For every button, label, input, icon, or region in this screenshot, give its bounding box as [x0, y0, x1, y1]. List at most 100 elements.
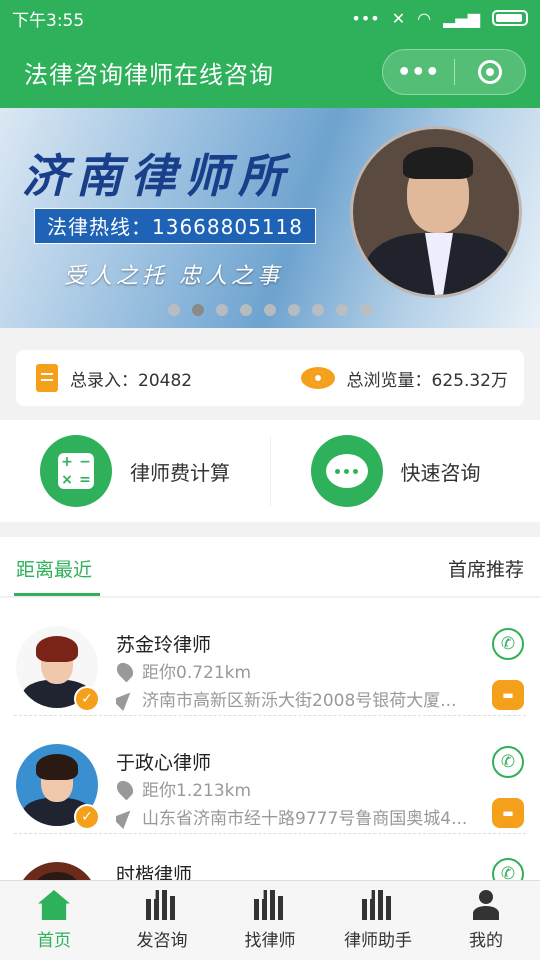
quick-consult-label: 快速咨询 — [400, 460, 481, 485]
nav-bar: 法律咨询律师在线咨询 ••• — [0, 36, 540, 108]
status-bar: 下午3:55 ••• ✕ ◠ ▂▄▆ — [0, 0, 540, 36]
mini-program-capsule: ••• — [382, 49, 526, 95]
message-button[interactable]: ▬ — [492, 798, 524, 828]
eye-icon — [300, 367, 335, 389]
lawyer-name: 时楷律师 — [116, 864, 193, 880]
battery-icon — [492, 10, 528, 26]
more-icon: ••• — [397, 59, 440, 85]
chat-bubble-icon — [310, 435, 383, 507]
phone-icon: ✆ — [500, 634, 516, 654]
tab-home-label: 首页 — [37, 931, 71, 951]
plus-sign: + — [61, 454, 73, 470]
home-icon — [38, 890, 70, 920]
wifi-icon: ◠ — [417, 8, 432, 28]
avatar-hair — [36, 754, 78, 780]
lawyer-address: 济南市高新区新泺大街2008号银荷大厦... — [116, 686, 476, 711]
avatar-hair — [36, 636, 78, 662]
chat-dot — [344, 468, 349, 474]
tab-featured[interactable]: 首席推荐 — [448, 555, 524, 582]
more-dots-icon: ••• — [351, 8, 380, 28]
lawyer-row[interactable]: ✓ 于政心律师 距你1.213km 山东省济南市经十路9777号鲁商国奥城4..… — [0, 716, 540, 834]
chat-glyph — [325, 454, 368, 488]
total-entries: 总录入：20482 — [36, 364, 192, 392]
tab-home[interactable]: 首页 — [0, 881, 108, 960]
find-lawyer-icon — [254, 890, 286, 920]
carousel-dot[interactable] — [336, 304, 348, 316]
navigation-arrow-icon — [116, 804, 137, 829]
times-sign: × — [61, 472, 73, 488]
carousel-dot[interactable] — [288, 304, 300, 316]
status-time: 下午3:55 — [12, 10, 85, 31]
call-button[interactable]: ✆ — [492, 858, 524, 880]
lawyer-portrait-image — [350, 126, 522, 298]
tab-post-consult-label: 发咨询 — [136, 931, 188, 951]
carousel-dot[interactable] — [240, 304, 252, 316]
lawyer-row[interactable]: 时楷律师 ✆ — [0, 834, 540, 880]
tab-post-consult[interactable]: 发咨询 — [108, 881, 216, 960]
carousel-dot[interactable] — [312, 304, 324, 316]
tab-find-lawyer-label: 找律师 — [244, 931, 296, 951]
avatar — [16, 862, 98, 880]
equals-sign: = — [79, 472, 91, 488]
total-views-label: 总浏览量：625.32万 — [346, 370, 508, 391]
stats-card: 总录入：20482 总浏览量：625.32万 — [16, 350, 524, 406]
user-icon — [470, 890, 502, 920]
list-tabs: 距离最近 首席推荐 — [0, 537, 540, 597]
lawyer-name: 苏金玲律师 — [116, 634, 212, 656]
post-consult-icon — [146, 890, 178, 920]
carousel-indicators — [168, 304, 372, 316]
verified-badge-icon: ✓ — [74, 686, 100, 712]
minus-sign: − — [79, 454, 91, 470]
tab-profile-label: 我的 — [469, 931, 503, 951]
call-button[interactable]: ✆ — [492, 746, 524, 778]
phone-icon: ✆ — [500, 864, 516, 880]
quick-consult-button[interactable]: 快速咨询 — [271, 420, 540, 522]
banner-title: 济南律师所 — [22, 149, 292, 203]
close-button[interactable] — [455, 50, 526, 94]
active-tab-indicator — [14, 593, 100, 596]
page-title: 法律咨询律师在线咨询 — [24, 60, 274, 89]
lawyer-distance: 距你0.721km — [113, 658, 251, 683]
calculator-icon: + − × = — [40, 435, 112, 507]
phone-icon: ✆ — [500, 752, 516, 772]
calculator-glyph: + − × = — [58, 453, 94, 489]
lawyer-distance: 距你1.213km — [113, 776, 251, 801]
total-views: 总浏览量：625.32万 — [300, 366, 508, 391]
app-header: 下午3:55 ••• ✕ ◠ ▂▄▆ 法律咨询律师在线咨询 ••• — [0, 0, 540, 108]
location-pin-icon — [113, 777, 137, 800]
call-button[interactable]: ✆ — [492, 628, 524, 660]
tab-assistant-label: 律师助手 — [344, 931, 412, 951]
signal-icon: ▂▄▆ — [443, 8, 480, 28]
lawyer-row[interactable]: ✓ 苏金玲律师 距你0.721km 济南市高新区新泺大街2008号银荷大厦...… — [0, 598, 540, 716]
fee-calculator-label: 律师费计算 — [130, 460, 230, 485]
bottom-tab-bar: 首页 发咨询 找律师 律师助手 我的 — [0, 880, 540, 960]
banner-hotline: 法律热线：13668805118 — [34, 208, 316, 244]
navigation-arrow-icon — [116, 686, 137, 711]
carousel-dot[interactable] — [216, 304, 228, 316]
carousel-dot[interactable] — [360, 304, 372, 316]
banner-slogan: 受人之托 忠人之事 — [64, 264, 283, 289]
address-text: 山东省济南市经十路9777号鲁商国奥城4... — [142, 809, 468, 829]
banner-carousel[interactable]: 济南律师所 法律热线：13668805118 受人之托 忠人之事 — [0, 108, 540, 328]
avatar-hair — [36, 872, 78, 880]
assistant-icon — [362, 890, 394, 920]
carousel-dot[interactable] — [168, 304, 180, 316]
tab-assistant[interactable]: 律师助手 — [324, 881, 432, 960]
carousel-dot[interactable] — [264, 304, 276, 316]
fee-calculator-button[interactable]: + − × = 律师费计算 — [0, 420, 270, 522]
tab-find-lawyer[interactable]: 找律师 — [216, 881, 324, 960]
lawyer-name: 于政心律师 — [116, 752, 212, 774]
message-icon: ▬ — [502, 806, 514, 820]
tab-nearest[interactable]: 距离最近 — [16, 555, 92, 582]
carousel-dot[interactable] — [192, 304, 204, 316]
tab-profile[interactable]: 我的 — [432, 881, 540, 960]
chat-dot — [353, 468, 358, 474]
address-text: 济南市高新区新泺大街2008号银荷大厦... — [142, 691, 457, 711]
lawyer-address: 山东省济南市经十路9777号鲁商国奥城4... — [116, 804, 476, 829]
message-button[interactable]: ▬ — [492, 680, 524, 710]
document-icon — [36, 364, 58, 392]
more-button[interactable]: ••• — [383, 50, 454, 94]
total-entries-label: 总录入：20482 — [70, 370, 193, 391]
mute-icon: ✕ — [391, 8, 406, 28]
status-icons: ••• ✕ ◠ ▂▄▆ — [351, 9, 528, 28]
